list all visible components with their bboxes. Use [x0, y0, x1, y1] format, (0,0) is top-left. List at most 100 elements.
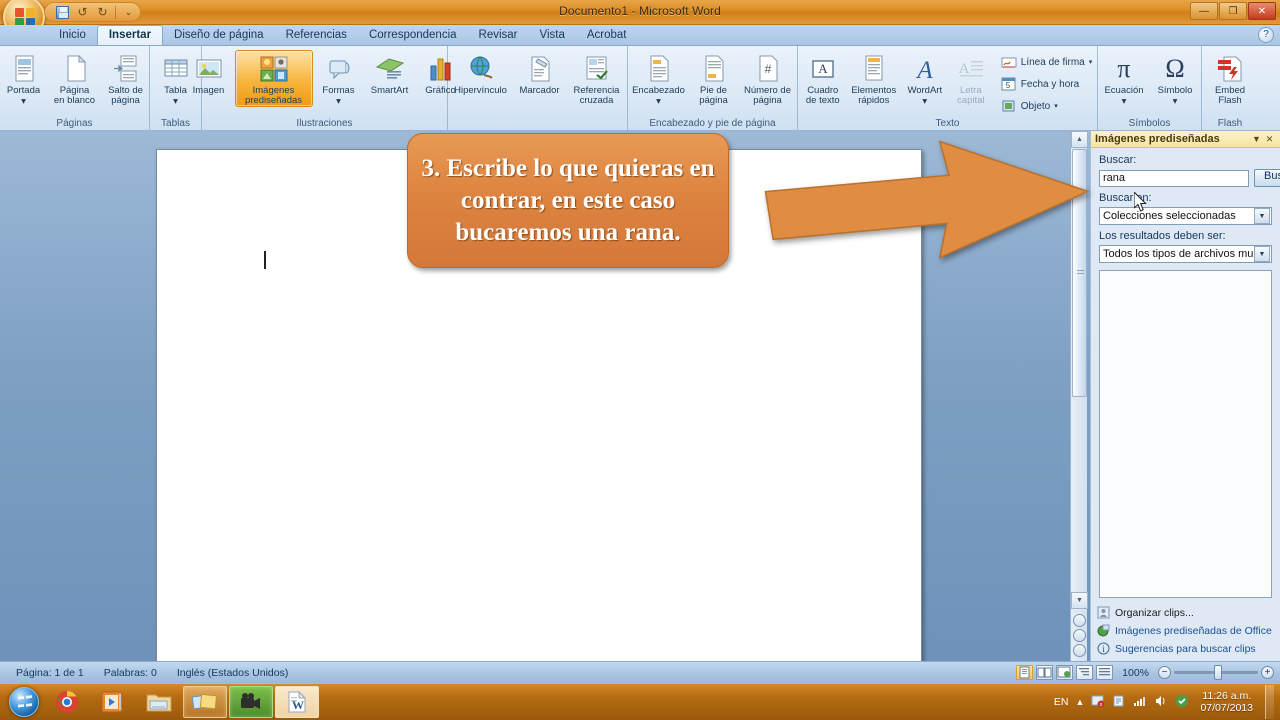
status-words[interactable]: Palabras: 0 [94, 667, 167, 679]
antivirus-icon[interactable]: x [1091, 694, 1105, 711]
ribbon-button-wordart[interactable]: A WordArt ▾ [900, 50, 950, 108]
scroll-up-button[interactable]: ▲ [1071, 131, 1088, 148]
ribbon-group-encabezado-pie: Encabezado ▾ Pie de página # Número de p… [628, 46, 798, 130]
tab-insertar[interactable]: Insertar [96, 25, 164, 45]
ribbon-button-hipervinculo[interactable]: Hipervínculo [450, 50, 512, 97]
zoom-slider-thumb[interactable] [1214, 665, 1222, 680]
taskbar-media-player-icon[interactable] [91, 686, 135, 718]
volume-icon[interactable] [1154, 695, 1168, 710]
ribbon-group-ilustraciones: Imagen Imágenes prediseñadas Formas ▾ Sm… [193, 46, 456, 130]
ribbon-button-pie-de-pagina[interactable]: Pie de página [689, 50, 739, 107]
chevron-down-icon[interactable]: ▼ [1254, 246, 1270, 262]
tab-correspondencia[interactable]: Correspondencia [358, 26, 468, 45]
taskbar-camtasia-icon[interactable] [229, 686, 273, 718]
ribbon-button-pagina-en-blanco[interactable]: Página en blanco [50, 50, 100, 107]
web-layout-view-icon[interactable] [1056, 665, 1074, 680]
shapes-icon [323, 53, 355, 85]
search-in-label: Buscar en: [1099, 192, 1152, 204]
ribbon-button-fecha-y-hora[interactable]: 5 Fecha y hora [996, 74, 1097, 94]
ribbon-button-cuadro-de-texto[interactable]: A Cuadro de texto [798, 50, 848, 107]
ribbon-button-portada[interactable]: Portada ▾ [0, 50, 49, 108]
ribbon-button-marcador[interactable]: Marcador [513, 50, 567, 97]
draft-view-icon[interactable] [1096, 665, 1114, 680]
link-sugerencias-para-buscar-clips[interactable]: i Sugerencias para buscar clips [1097, 642, 1274, 655]
select-browse-object-button[interactable] [1073, 629, 1086, 642]
ribbon-button-simbolo[interactable]: Ω Símbolo ▾ [1150, 50, 1200, 108]
chevron-down-icon: ▾ [1054, 103, 1058, 110]
ribbon-group-label: Texto [935, 118, 960, 129]
network-icon[interactable] [1133, 695, 1147, 710]
taskbar-gallery-icon[interactable] [183, 686, 227, 718]
ribbon-button-embed-flash[interactable]: Embed Flash [1205, 50, 1255, 107]
show-desktop-button[interactable] [1265, 685, 1274, 719]
ribbon-button-smartart[interactable]: SmartArt [365, 50, 415, 97]
ribbon-button-linea-de-firma[interactable]: Línea de firma ▾ [996, 52, 1097, 72]
search-in-dropdown[interactable]: Colecciones seleccionadas ▼ [1099, 207, 1272, 225]
document-vertical-scrollbar[interactable]: ▲ ▼ [1070, 131, 1088, 661]
results-type-dropdown[interactable]: Todos los tipos de archivos mult ▼ [1099, 245, 1272, 263]
ribbon-button-encabezado[interactable]: Encabezado ▾ [630, 50, 688, 108]
taskbar-explorer-icon[interactable] [137, 686, 181, 718]
update-icon[interactable] [1175, 694, 1189, 711]
tab-referencias[interactable]: Referencias [275, 26, 358, 45]
status-language[interactable]: Inglés (Estados Unidos) [167, 667, 298, 679]
task-pane-header: Imágenes prediseñadas ▼ ✕ [1091, 131, 1280, 148]
ribbon-button-letra-capital[interactable]: A Letra capital [951, 50, 991, 107]
tab-acrobat[interactable]: Acrobat [576, 26, 638, 45]
outline-view-icon[interactable] [1076, 665, 1094, 680]
ribbon-button-imagenes-prediseñadas[interactable]: Imágenes prediseñadas [234, 50, 313, 107]
clock[interactable]: 11:26 a.m. 07/07/2013 [1196, 690, 1253, 714]
ribbon-button-imagen[interactable]: Imagen [184, 50, 234, 97]
search-in-value: Colecciones seleccionadas [1103, 210, 1236, 222]
zoom-level[interactable]: 100% [1116, 667, 1155, 679]
full-screen-reading-view-icon[interactable] [1036, 665, 1054, 680]
close-icon[interactable]: ✕ [1263, 133, 1276, 146]
ribbon-button-salto-de-pagina[interactable]: Salto de página [101, 50, 151, 107]
zoom-out-button[interactable]: − [1158, 666, 1171, 679]
taskbar-chrome-icon[interactable] [45, 686, 89, 718]
chevron-down-icon: ▾ [656, 96, 661, 107]
taskbar-word-icon[interactable]: W [275, 686, 319, 718]
scroll-down-button[interactable]: ▼ [1071, 592, 1088, 609]
chevron-down-icon[interactable]: ▼ [1250, 133, 1263, 146]
zoom-slider[interactable] [1174, 665, 1258, 680]
action-center-icon[interactable] [1112, 694, 1126, 711]
tab-diseno-de-pagina[interactable]: Diseño de página [163, 26, 275, 45]
ribbon-button-elementos-rapidos[interactable]: Elementos rápidos [849, 50, 899, 107]
minimize-button[interactable]: — [1190, 2, 1218, 20]
ribbon-button-formas[interactable]: Formas ▾ [314, 50, 364, 108]
zoom-in-button[interactable]: + [1261, 666, 1274, 679]
embed-flash-icon [1214, 53, 1246, 85]
link-label: Sugerencias para buscar clips [1115, 642, 1256, 655]
restore-button[interactable]: ❐ [1219, 2, 1247, 20]
next-page-button[interactable] [1073, 644, 1086, 657]
tab-revisar[interactable]: Revisar [468, 26, 529, 45]
ribbon-group-vinculos: Hipervínculo Marcador Referencia cruzada [448, 46, 628, 130]
ribbon-group-label: Encabezado y pie de página [649, 118, 776, 129]
show-hidden-icons-icon[interactable]: ▲ [1076, 697, 1085, 707]
chevron-down-icon[interactable]: ▼ [1254, 208, 1270, 224]
clip-results-list[interactable] [1099, 270, 1272, 598]
ribbon-button-numero-de-pagina[interactable]: # Número de página [740, 50, 796, 107]
search-button[interactable]: Buscar [1254, 169, 1280, 187]
scrollbar-thumb[interactable] [1072, 149, 1087, 397]
status-page[interactable]: Página: 1 de 1 [6, 667, 94, 679]
date-time-icon: 5 [1001, 76, 1017, 92]
ribbon-button-ecuacion[interactable]: π Ecuación ▾ [1099, 50, 1149, 108]
previous-page-button[interactable] [1073, 614, 1086, 627]
close-button[interactable]: ✕ [1248, 2, 1276, 20]
tray-language[interactable]: EN [1054, 696, 1069, 708]
help-icon[interactable]: ? [1258, 27, 1274, 43]
ribbon-button-objeto[interactable]: Objeto ▾ [996, 96, 1097, 116]
start-button[interactable] [4, 685, 44, 719]
link-organizar-clips[interactable]: Organizar clips... [1097, 606, 1274, 619]
link-imagenes-prediseñadas-de-office[interactable]: Imágenes prediseñadas de Office ( [1097, 624, 1274, 637]
picture-icon [193, 53, 225, 85]
chevron-down-icon: ▾ [173, 96, 178, 107]
search-input[interactable] [1099, 169, 1249, 187]
clock-date: 07/07/2013 [1200, 702, 1253, 714]
tab-vista[interactable]: Vista [529, 26, 576, 45]
print-layout-view-icon[interactable] [1016, 665, 1034, 680]
tab-inicio[interactable]: Inicio [48, 26, 97, 45]
ribbon-button-referencia-cruzada[interactable]: Referencia cruzada [568, 50, 626, 107]
